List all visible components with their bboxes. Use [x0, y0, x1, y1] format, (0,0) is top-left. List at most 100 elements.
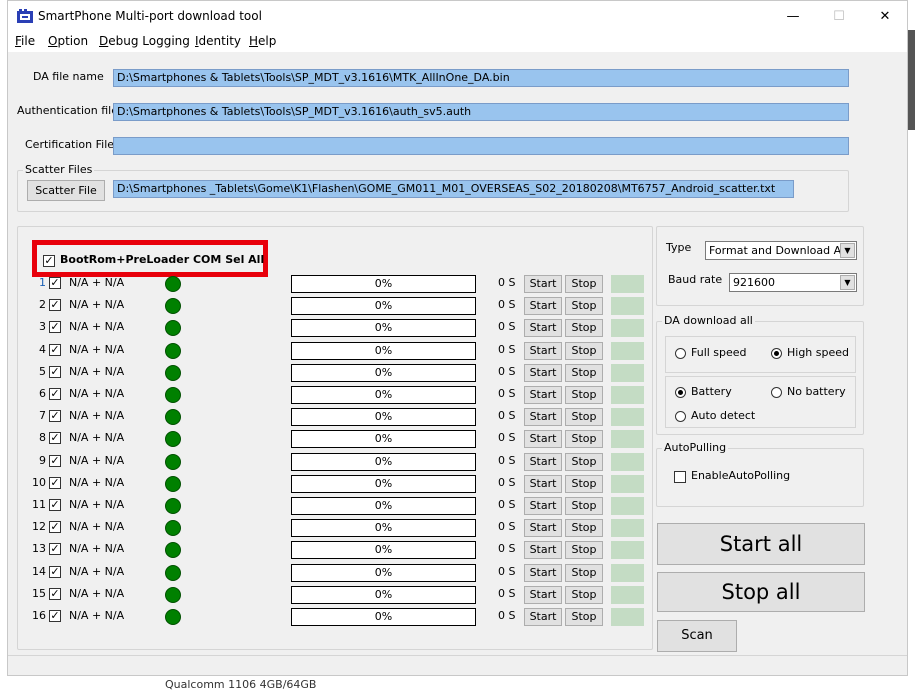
- close-button[interactable]: ✕: [862, 1, 907, 32]
- port-stop-button[interactable]: Stop: [565, 341, 603, 360]
- port-checkbox[interactable]: ✓: [49, 299, 61, 312]
- autopolling-group: AutoPulling EnableAutoPolling: [656, 441, 864, 507]
- chevron-down-icon[interactable]: ▼: [840, 275, 855, 290]
- background-text: Qualcomm 1106 4GB/64GB: [165, 678, 317, 691]
- port-stop-button[interactable]: Stop: [565, 430, 603, 449]
- port-stop-button[interactable]: Stop: [565, 452, 603, 471]
- port-stop-button[interactable]: Stop: [565, 474, 603, 493]
- port-checkbox[interactable]: ✓: [49, 321, 61, 334]
- port-stop-button[interactable]: Stop: [565, 319, 603, 338]
- port-start-button[interactable]: Start: [524, 319, 562, 338]
- port-row: 14 ✓ N/A + N/A 0% 0 S Start Stop: [32, 563, 652, 583]
- port-checkbox[interactable]: ✓: [49, 476, 61, 489]
- port-start-button[interactable]: Start: [524, 408, 562, 427]
- ports-panel: ✓ BootRom+PreLoader COM Sel All 1 ✓ N/A + …: [17, 226, 653, 650]
- scan-button[interactable]: Scan: [657, 620, 737, 652]
- scatter-file-field[interactable]: D:\Smartphones _Tablets\Gome\K1\Flashen\…: [113, 180, 794, 198]
- port-stop-button[interactable]: Stop: [565, 563, 603, 582]
- port-stop-button[interactable]: Stop: [565, 297, 603, 316]
- port-start-button[interactable]: Start: [524, 297, 562, 316]
- port-stop-button[interactable]: Stop: [565, 363, 603, 382]
- port-start-button[interactable]: Start: [524, 585, 562, 604]
- port-start-button[interactable]: Start: [524, 497, 562, 515]
- menu-debug-logging[interactable]: Debug Logging: [99, 34, 190, 48]
- sel-all-label: BootRom+PreLoader COM Sel All: [60, 253, 265, 266]
- port-checkbox[interactable]: ✓: [49, 521, 61, 534]
- port-row: 2 ✓ N/A + N/A 0% 0 S Start Stop: [32, 296, 652, 316]
- menu-help[interactable]: Help: [249, 34, 276, 48]
- port-label: N/A + N/A: [69, 453, 125, 467]
- enable-autopolling-checkbox[interactable]: [674, 471, 686, 483]
- enable-autopolling-label: EnableAutoPolling: [691, 469, 791, 482]
- port-stop-button[interactable]: Stop: [565, 541, 603, 560]
- progress-bar: 0%: [291, 474, 476, 493]
- menu-file[interactable]: File: [15, 34, 35, 48]
- port-start-button[interactable]: Start: [524, 541, 562, 560]
- menu-identity[interactable]: Identity: [195, 34, 241, 48]
- port-status-cell: [611, 408, 644, 427]
- port-checkbox[interactable]: ✓: [49, 365, 61, 378]
- scatter-group-label: Scatter Files: [23, 163, 95, 176]
- full-speed-radio[interactable]: [675, 348, 686, 359]
- port-start-button[interactable]: Start: [524, 275, 562, 293]
- auth-file-field[interactable]: D:\Smartphones & Tablets\Tools\SP_MDT_v3…: [113, 103, 849, 121]
- port-stop-button[interactable]: Stop: [565, 497, 603, 515]
- full-speed-label: Full speed: [691, 346, 747, 359]
- port-stop-button[interactable]: Stop: [565, 585, 603, 604]
- port-stop-button[interactable]: Stop: [565, 519, 603, 538]
- menu-option[interactable]: Option: [48, 34, 88, 48]
- port-start-button[interactable]: Start: [524, 363, 562, 382]
- port-start-button[interactable]: Start: [524, 452, 562, 471]
- type-label: Type: [666, 241, 692, 254]
- port-label: N/A + N/A: [69, 409, 125, 423]
- maximize-button[interactable]: ☐: [816, 1, 862, 32]
- port-number: 14: [32, 564, 46, 578]
- battery-radio[interactable]: [675, 387, 686, 398]
- port-stop-button[interactable]: Stop: [565, 275, 603, 293]
- start-all-button[interactable]: Start all: [657, 523, 865, 565]
- port-checkbox[interactable]: ✓: [49, 499, 61, 511]
- high-speed-radio[interactable]: [771, 348, 782, 359]
- type-select[interactable]: Format and Download All ▼: [705, 241, 857, 260]
- scatter-file-button[interactable]: Scatter File: [27, 180, 105, 201]
- port-stop-button[interactable]: Stop: [565, 608, 603, 626]
- port-checkbox[interactable]: ✓: [49, 388, 61, 400]
- port-start-button[interactable]: Start: [524, 563, 562, 582]
- port-row: 16 ✓ N/A + N/A 0% 0 S Start Stop: [32, 607, 652, 627]
- auto-detect-radio[interactable]: [675, 411, 686, 422]
- port-start-button[interactable]: Start: [524, 608, 562, 626]
- port-checkbox[interactable]: ✓: [49, 587, 61, 600]
- elapsed-time: 0 S: [498, 475, 516, 489]
- port-start-button[interactable]: Start: [524, 519, 562, 538]
- port-stop-button[interactable]: Stop: [565, 386, 603, 404]
- port-start-button[interactable]: Start: [524, 474, 562, 493]
- baud-rate-value: 921600: [733, 276, 775, 289]
- da-file-field[interactable]: D:\Smartphones & Tablets\Tools\SP_MDT_v3…: [113, 69, 849, 87]
- port-start-button[interactable]: Start: [524, 386, 562, 404]
- port-checkbox[interactable]: ✓: [49, 277, 61, 289]
- port-checkbox[interactable]: ✓: [49, 543, 61, 556]
- port-start-button[interactable]: Start: [524, 430, 562, 449]
- progress-bar: 0%: [291, 541, 476, 560]
- sel-all-checkbox[interactable]: ✓: [43, 255, 55, 267]
- chevron-down-icon[interactable]: ▼: [840, 243, 855, 258]
- cert-file-field[interactable]: [113, 137, 849, 155]
- port-checkbox[interactable]: ✓: [49, 610, 61, 622]
- no-battery-radio[interactable]: [771, 387, 782, 398]
- minimize-button[interactable]: —: [770, 1, 816, 32]
- progress-bar: 0%: [291, 408, 476, 427]
- port-checkbox[interactable]: ✓: [49, 565, 61, 578]
- progress-bar: 0%: [291, 452, 476, 471]
- port-checkbox[interactable]: ✓: [49, 343, 61, 356]
- stop-all-button[interactable]: Stop all: [657, 572, 865, 612]
- port-number: 2: [39, 298, 46, 312]
- port-start-button[interactable]: Start: [524, 341, 562, 360]
- main-window: SmartPhone Multi-port download tool — ☐ …: [7, 0, 908, 676]
- port-label: N/A + N/A: [69, 520, 125, 534]
- baud-rate-select[interactable]: 921600 ▼: [729, 273, 857, 292]
- port-number: 9: [39, 453, 46, 467]
- port-checkbox[interactable]: ✓: [49, 454, 61, 467]
- port-checkbox[interactable]: ✓: [49, 410, 61, 423]
- port-stop-button[interactable]: Stop: [565, 408, 603, 427]
- port-checkbox[interactable]: ✓: [49, 432, 61, 445]
